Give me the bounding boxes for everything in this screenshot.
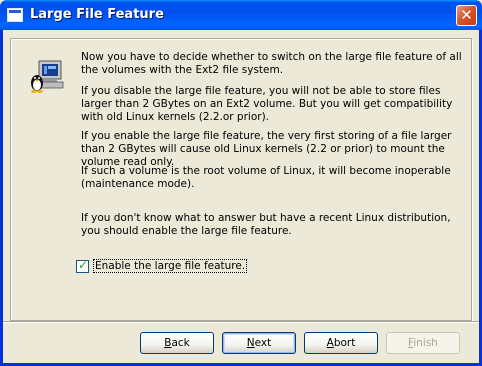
enable-paragraph: If you enable the large file feature, th…: [81, 130, 452, 168]
finish-button: Finish: [386, 332, 460, 354]
button-divider: [3, 321, 479, 323]
window-icon: [7, 8, 23, 22]
abort-button[interactable]: Abort: [304, 332, 378, 354]
content-panel: Now you have to decide whether to switch…: [10, 38, 472, 321]
recommendation-paragraph: If you don't know what to answer but hav…: [81, 212, 451, 237]
checkmark-icon: ✓: [78, 257, 89, 272]
title-bar[interactable]: Large File Feature ✕: [0, 0, 482, 30]
large-file-option[interactable]: ✓ Enable the large file feature.: [76, 257, 248, 274]
intro-paragraph: Now you have to decide whether to switch…: [81, 51, 462, 76]
root-volume-paragraph: If such a volume is the root volume of L…: [81, 165, 451, 190]
large-file-checkbox-label[interactable]: Enable the large file feature.: [93, 259, 248, 273]
close-button[interactable]: ✕: [456, 5, 477, 26]
window-title: Large File Feature: [30, 7, 164, 22]
next-button[interactable]: Next: [222, 332, 296, 354]
dialog-window: Large File Feature ✕ Now you have to dec…: [0, 0, 482, 366]
disable-paragraph: If you disable the large file feature, y…: [81, 85, 453, 123]
dialog-client: Now you have to decide whether to switch…: [3, 30, 479, 363]
large-file-checkbox[interactable]: ✓: [76, 257, 89, 273]
linux-penguin-computer-icon: [31, 60, 64, 93]
back-button[interactable]: Back: [140, 332, 214, 354]
